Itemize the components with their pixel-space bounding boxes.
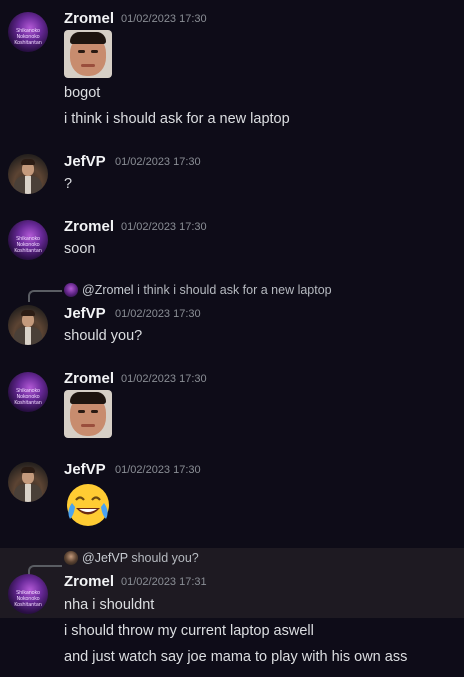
message-text: nha i shouldnt	[64, 597, 155, 613]
reply-author: @JefVP	[82, 551, 128, 565]
jefvp-avatar[interactable]	[8, 154, 48, 194]
message-timestamp: 01/02/2023 17:30	[115, 308, 201, 320]
message-author[interactable]: Zromel	[64, 218, 114, 235]
zromel-avatar[interactable]: Shikanoko Nokonoko Koshitantan	[8, 574, 48, 614]
message-timestamp: 01/02/2023 17:31	[121, 576, 207, 588]
reply-preview[interactable]: @JefVP should you?	[64, 551, 199, 565]
reply-avatar-icon	[64, 551, 78, 565]
jefvp-avatar[interactable]	[8, 305, 48, 345]
message-author[interactable]: JefVP	[64, 461, 106, 478]
message-timestamp: 01/02/2023 17:30	[115, 464, 201, 476]
message-author[interactable]: JefVP	[64, 153, 106, 170]
message-text: should you?	[64, 328, 143, 344]
message-text: soon	[64, 241, 96, 257]
message-timestamp: 01/02/2023 17:30	[121, 221, 207, 233]
message-author[interactable]: Zromel	[64, 573, 114, 590]
zromel-avatar[interactable]: Shikanoko Nokonoko Koshitantan	[8, 220, 48, 260]
face-sticker-icon[interactable]	[64, 30, 112, 78]
reply-avatar-icon	[64, 283, 78, 297]
message-text: ?	[64, 176, 73, 192]
message-author[interactable]: Zromel	[64, 370, 114, 387]
message-text: bogot	[64, 85, 101, 101]
zromel-avatar[interactable]: Shikanoko Nokonoko Koshitantan	[8, 372, 48, 412]
message-timestamp: 01/02/2023 17:30	[121, 373, 207, 385]
reply-text: should you?	[131, 551, 199, 565]
face-sticker-icon[interactable]	[64, 390, 112, 438]
reply-connector	[28, 290, 62, 302]
message-text: i think i should ask for a new laptop	[64, 111, 290, 127]
zromel-avatar[interactable]: Shikanoko Nokonoko Koshitantan	[8, 12, 48, 52]
message-timestamp: 01/02/2023 17:30	[115, 156, 201, 168]
chat-message-list: Shikanoko Nokonoko Koshitantan Zromel 01…	[0, 0, 464, 677]
message-author[interactable]: JefVP	[64, 305, 106, 322]
message-text: and just watch say joe mama to play with…	[64, 649, 408, 665]
message-author[interactable]: Zromel	[64, 10, 114, 27]
reply-text: i think i should ask for a new laptop	[137, 283, 332, 297]
laugh-emoji-icon[interactable]	[64, 481, 112, 529]
jefvp-avatar[interactable]	[8, 462, 48, 502]
reply-author: @Zromel	[82, 283, 134, 297]
message-text: i should throw my current laptop aswell	[64, 623, 314, 639]
message-timestamp: 01/02/2023 17:30	[121, 13, 207, 25]
reply-preview[interactable]: @Zromel i think i should ask for a new l…	[64, 283, 332, 297]
avatar-lettering: Shikanoko Nokonoko Koshitantan	[14, 28, 42, 46]
